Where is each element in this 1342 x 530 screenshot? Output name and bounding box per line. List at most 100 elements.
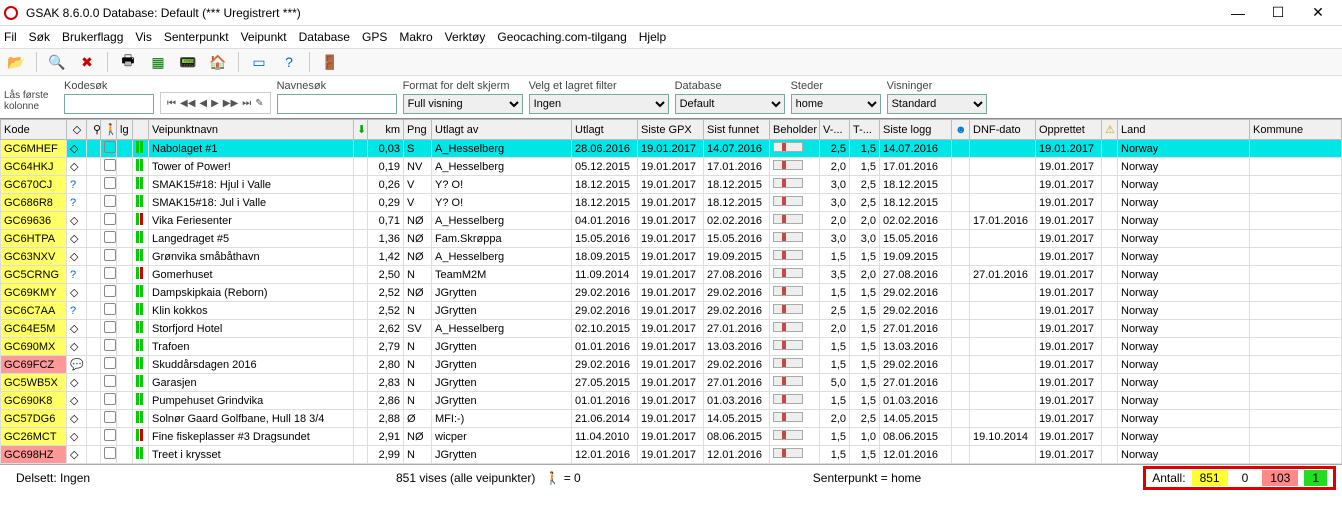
vcr-first[interactable]: ⏮ bbox=[167, 98, 176, 109]
col-lg[interactable]: lg bbox=[117, 120, 133, 140]
menu-fil[interactable]: Fil bbox=[4, 30, 17, 44]
cell-kode[interactable]: GC69KMY bbox=[1, 284, 67, 302]
col-funnet[interactable]: Sist funnet bbox=[704, 120, 770, 140]
window-icon[interactable]: ▭ bbox=[249, 52, 269, 72]
cell-kode[interactable]: GC69FCZ bbox=[1, 356, 67, 374]
col-land[interactable]: Land bbox=[1118, 120, 1250, 140]
menu-verktoy[interactable]: Verktøy bbox=[445, 30, 486, 44]
grid-icon[interactable]: ▦ bbox=[148, 52, 168, 72]
col-kommune[interactable]: Kommune bbox=[1250, 120, 1342, 140]
col-gpx[interactable]: Siste GPX bbox=[638, 120, 704, 140]
table-row[interactable]: GC670CJ?SMAK15#18: Hjul i Valle0,26VY? O… bbox=[1, 176, 1342, 194]
cell-navn[interactable]: Solnør Gaard Golfbane, Hull 18 3/4 bbox=[149, 410, 354, 428]
table-row[interactable]: GC6HTPA◇Langedraget #51,36NØFam.Skrøppa1… bbox=[1, 230, 1342, 248]
maximize-button[interactable]: ☐ bbox=[1258, 2, 1298, 24]
cell-navn[interactable]: Pumpehuset Grindvika bbox=[149, 392, 354, 410]
help-icon[interactable]: ? bbox=[279, 52, 299, 72]
col-warn[interactable]: ⚠ bbox=[1102, 120, 1118, 140]
cell-navn[interactable]: Storfjord Hotel bbox=[149, 320, 354, 338]
cell-kode[interactable]: GC670CJ bbox=[1, 176, 67, 194]
cell-check[interactable] bbox=[101, 374, 117, 392]
table-row[interactable]: GC57DG6◇Solnør Gaard Golfbane, Hull 18 3… bbox=[1, 410, 1342, 428]
cell-navn[interactable]: Gomerhuset bbox=[149, 266, 354, 284]
delete-icon[interactable]: ✖ bbox=[77, 52, 97, 72]
format-select[interactable]: Full visning bbox=[403, 94, 523, 114]
cell-kode[interactable]: GC64HKJ bbox=[1, 158, 67, 176]
cell-check[interactable] bbox=[101, 212, 117, 230]
menu-gps[interactable]: GPS bbox=[362, 30, 387, 44]
table-row[interactable]: GC69KMY◇Dampskipkaia (Reborn)2,52NØJGryt… bbox=[1, 284, 1342, 302]
cell-kode[interactable]: GC5WB5X bbox=[1, 374, 67, 392]
col-flag[interactable] bbox=[133, 120, 149, 140]
cell-navn[interactable]: Garasjen bbox=[149, 374, 354, 392]
table-row[interactable]: GC6MHEF◇Nabolaget #10,03SA_Hesselberg28.… bbox=[1, 140, 1342, 158]
vcr-fwd[interactable]: ▶▶ bbox=[223, 98, 238, 109]
print-icon[interactable]: 🖶 bbox=[118, 52, 138, 72]
menu-vis[interactable]: Vis bbox=[135, 30, 151, 44]
cell-kode[interactable]: GC690K8 bbox=[1, 392, 67, 410]
menu-database[interactable]: Database bbox=[299, 30, 350, 44]
col-logg[interactable]: Siste logg bbox=[880, 120, 952, 140]
table-row[interactable]: GC6C7AA?Klin kokkos2,52NJGrytten29.02.20… bbox=[1, 302, 1342, 320]
cell-navn[interactable]: SMAK15#18: Jul i Valle bbox=[149, 194, 354, 212]
vcr-prev[interactable]: ◀◀ bbox=[180, 98, 195, 109]
navnesok-input[interactable] bbox=[277, 94, 397, 114]
cell-navn[interactable]: Klin kokkos bbox=[149, 302, 354, 320]
menu-veipunkt[interactable]: Veipunkt bbox=[241, 30, 287, 44]
cell-kode[interactable]: GC698HZ bbox=[1, 446, 67, 464]
menu-senterpunkt[interactable]: Senterpunkt bbox=[164, 30, 229, 44]
col-t[interactable]: T-... bbox=[850, 120, 880, 140]
cell-navn[interactable]: Trafoen bbox=[149, 338, 354, 356]
cell-check[interactable] bbox=[101, 410, 117, 428]
menu-geocaching[interactable]: Geocaching.com-tilgang bbox=[497, 30, 626, 44]
cell-check[interactable] bbox=[101, 230, 117, 248]
table-row[interactable]: GC63NXV◇Grønvika småbåthavn1,42NØA_Hesse… bbox=[1, 248, 1342, 266]
cell-navn[interactable]: Grønvika småbåthavn bbox=[149, 248, 354, 266]
col-arrow[interactable]: ⬇ bbox=[354, 120, 368, 140]
col-kode[interactable]: Kode bbox=[1, 120, 67, 140]
cell-kode[interactable]: GC6HTPA bbox=[1, 230, 67, 248]
cell-navn[interactable]: Nabolaget #1 bbox=[149, 140, 354, 158]
close-button[interactable]: ✕ bbox=[1298, 2, 1338, 24]
cell-kode[interactable]: GC26MCT bbox=[1, 428, 67, 446]
table-row[interactable]: GC69636◇Vika Feriesenter0,71NØA_Hesselbe… bbox=[1, 212, 1342, 230]
cell-kode[interactable]: GC63NXV bbox=[1, 248, 67, 266]
cell-navn[interactable]: Tower of Power! bbox=[149, 158, 354, 176]
minimize-button[interactable]: — bbox=[1218, 2, 1258, 24]
search-icon[interactable]: 🔍 bbox=[47, 52, 67, 72]
cell-check[interactable] bbox=[101, 194, 117, 212]
cell-check[interactable] bbox=[101, 248, 117, 266]
cell-check[interactable] bbox=[101, 320, 117, 338]
table-row[interactable]: GC5CRNG?Gomerhuset2,50NTeamM2M11.09.2014… bbox=[1, 266, 1342, 284]
table-row[interactable]: GC69FCZ💬Skuddårsdagen 20162,80NJGrytten2… bbox=[1, 356, 1342, 374]
steder-select[interactable]: home bbox=[791, 94, 881, 114]
home-icon[interactable]: 🏠 bbox=[208, 52, 228, 72]
table-row[interactable]: GC26MCT◇Fine fiskeplasser #3 Dragsundet2… bbox=[1, 428, 1342, 446]
col-icon2[interactable]: ⚲ bbox=[87, 120, 101, 140]
vcr-play[interactable]: ▶ bbox=[211, 98, 219, 109]
col-png[interactable]: Png bbox=[404, 120, 432, 140]
vcr-last[interactable]: ⏭ bbox=[242, 98, 251, 109]
table-row[interactable]: GC690MX◇Trafoen2,79NJGrytten01.01.201619… bbox=[1, 338, 1342, 356]
table-row[interactable]: GC64HKJ◇Tower of Power!0,19NVA_Hesselber… bbox=[1, 158, 1342, 176]
cell-kode[interactable]: GC6MHEF bbox=[1, 140, 67, 158]
col-utlagt-av[interactable]: Utlagt av bbox=[432, 120, 572, 140]
col-dnf[interactable]: DNF-dato bbox=[970, 120, 1036, 140]
kodesok-input[interactable] bbox=[64, 94, 154, 114]
col-smiley[interactable]: ☻ bbox=[952, 120, 970, 140]
database-select[interactable]: Default bbox=[675, 94, 785, 114]
col-navn[interactable]: Veipunktnavn bbox=[149, 120, 354, 140]
cell-kode[interactable]: GC64E5M bbox=[1, 320, 67, 338]
col-utlagt[interactable]: Utlagt bbox=[572, 120, 638, 140]
cell-navn[interactable]: Fine fiskeplasser #3 Dragsundet bbox=[149, 428, 354, 446]
col-icon1[interactable]: ◇ bbox=[67, 120, 87, 140]
gps-icon[interactable]: 📟 bbox=[178, 52, 198, 72]
cell-check[interactable] bbox=[101, 158, 117, 176]
table-row[interactable]: GC690K8◇Pumpehuset Grindvika2,86NJGrytte… bbox=[1, 392, 1342, 410]
cell-navn[interactable]: Skuddårsdagen 2016 bbox=[149, 356, 354, 374]
exit-icon[interactable]: 🚪 bbox=[320, 52, 340, 72]
menu-hjelp[interactable]: Hjelp bbox=[639, 30, 666, 44]
visninger-select[interactable]: Standard bbox=[887, 94, 987, 114]
cell-kode[interactable]: GC69636 bbox=[1, 212, 67, 230]
cell-check[interactable] bbox=[101, 338, 117, 356]
